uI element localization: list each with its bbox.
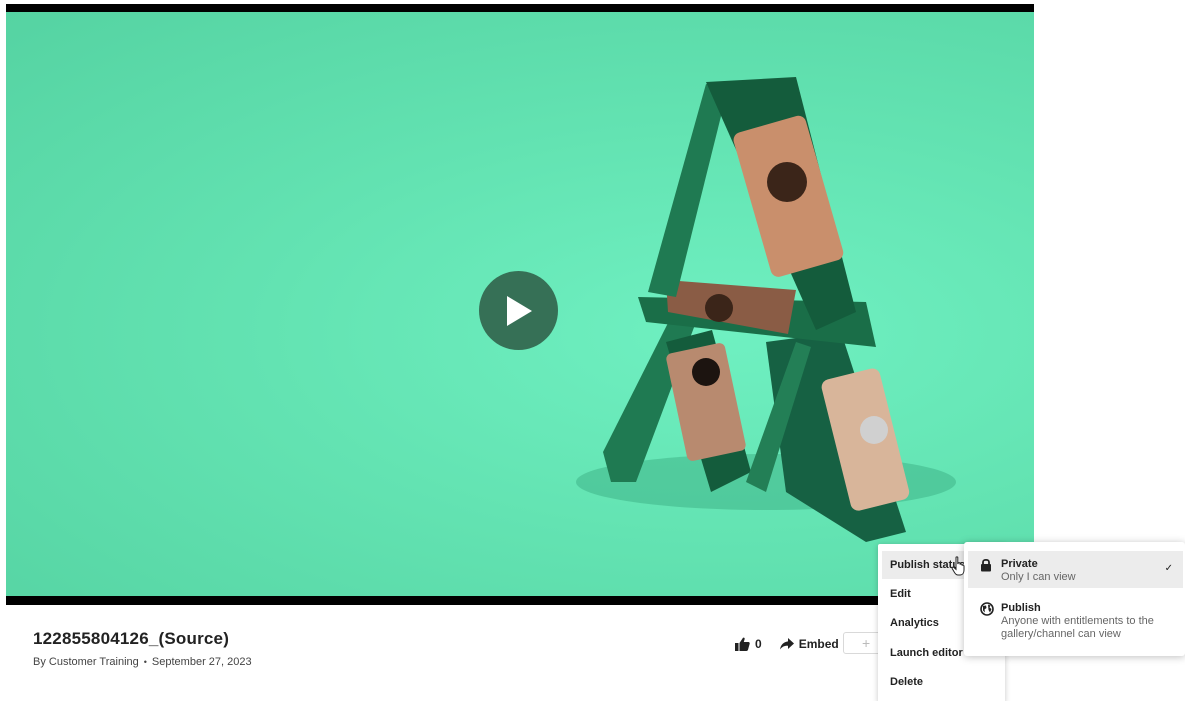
- menu-item-launch-editor[interactable]: Launch editor: [882, 639, 974, 667]
- selected-check-icon: ✓: [1164, 563, 1173, 574]
- more-actions-button[interactable]: +: [843, 632, 883, 654]
- publish-label: Publish: [1001, 602, 1041, 614]
- plus-icon: +: [862, 635, 871, 651]
- video-frame[interactable]: [6, 12, 1034, 596]
- play-icon: [506, 295, 532, 326]
- thumbs-up-icon: [735, 637, 750, 651]
- like-button[interactable]: 0: [735, 637, 762, 651]
- publish-option-publish[interactable]: Publish Anyone with entitlements to the …: [968, 595, 1183, 647]
- private-description: Only I can view: [1001, 571, 1076, 583]
- embed-label: Embed: [798, 637, 839, 651]
- video-meta: By Customer Training • September 27, 202…: [33, 656, 252, 668]
- publish-date: September 27, 2023: [151, 656, 252, 668]
- play-button[interactable]: [479, 271, 558, 350]
- publish-description: Anyone with entitlements to the gallery/…: [1001, 615, 1154, 640]
- publish-status-submenu: Private Only I can view ✓ Publish Anyone…: [964, 542, 1185, 656]
- share-arrow-icon: [779, 638, 794, 650]
- like-count: 0: [755, 637, 762, 651]
- video-title: 122855804126_(Source): [33, 629, 230, 648]
- private-label: Private: [1001, 558, 1038, 570]
- menu-item-analytics[interactable]: Analytics: [882, 609, 974, 637]
- publish-option-private[interactable]: Private Only I can view ✓: [968, 551, 1183, 588]
- embed-button[interactable]: Embed: [779, 637, 839, 651]
- action-bar: 0 Embed: [735, 634, 839, 654]
- hand-cursor-icon: [951, 556, 965, 576]
- globe-icon: [980, 602, 994, 616]
- media-page: 122855804126_(Source) By Customer Traini…: [0, 0, 1185, 701]
- lock-icon: [981, 559, 991, 572]
- video-player[interactable]: [6, 4, 1034, 605]
- menu-item-edit[interactable]: Edit: [882, 580, 974, 608]
- menu-item-delete[interactable]: Delete: [882, 668, 974, 696]
- author-label: By Customer Training: [33, 656, 139, 668]
- meta-separator: •: [143, 657, 147, 667]
